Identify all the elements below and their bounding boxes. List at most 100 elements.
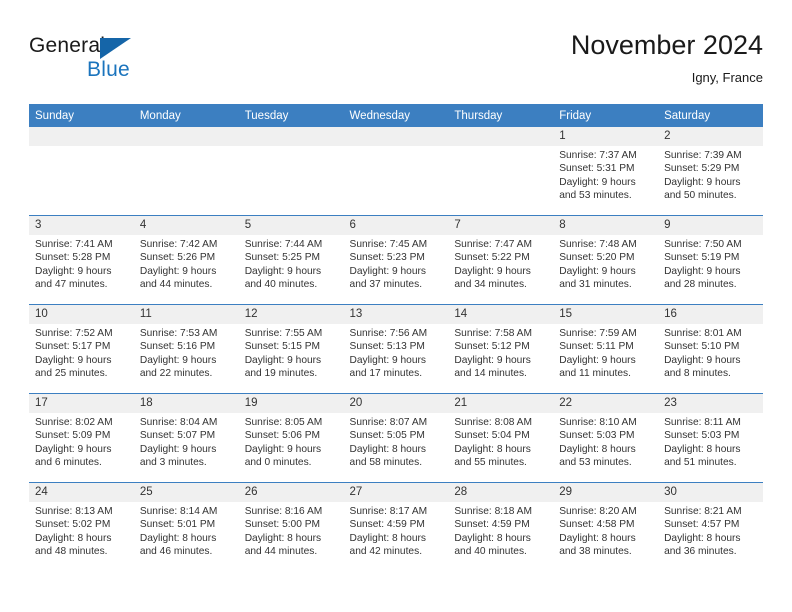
calendar-day-cell[interactable]: 25 Sunrise: 8:14 AM Sunset: 5:01 PM Dayligh… — [133, 482, 239, 571]
day-number: 28 — [448, 483, 554, 502]
calendar-day-cell[interactable]: 27 Sunrise: 8:17 AM Sunset: 4:59 PM Dayligh… — [343, 482, 449, 571]
day-cell-content: 13 Sunrise: 7:56 AM Sunset: 5:13 PM Dayligh… — [343, 305, 449, 393]
calendar-day-cell — [238, 127, 344, 216]
day-number: 6 — [343, 216, 449, 235]
day-cell-content: 11 Sunrise: 7:53 AM Sunset: 5:16 PM Dayligh… — [133, 305, 239, 393]
day-cell-content: 20 Sunrise: 8:07 AM Sunset: 5:05 PM Dayligh… — [343, 394, 449, 482]
calendar-day-cell[interactable]: 9 Sunrise: 7:50 AM Sunset: 5:19 PM Daylight… — [658, 215, 763, 305]
day-cell-content: 19 Sunrise: 8:05 AM Sunset: 5:06 PM Dayligh… — [238, 394, 344, 482]
day-detail-daylight-line1: Daylight: 8 hours — [139, 532, 217, 544]
calendar-day-cell[interactable]: 3 Sunrise: 7:41 AM Sunset: 5:28 PM Daylight… — [29, 215, 134, 305]
day-detail-daylight-line1: Daylight: 9 hours — [454, 265, 531, 277]
calendar-day-cell[interactable]: 21 Sunrise: 8:08 AM Sunset: 5:04 PM Dayligh… — [448, 393, 554, 483]
calendar-day-cell[interactable]: 17 Sunrise: 8:02 AM Sunset: 5:09 PM Dayligh… — [29, 393, 134, 483]
weekday-header-sunday: Sunday — [29, 104, 134, 127]
calendar-week-row: 24 Sunrise: 8:13 AM Sunset: 5:02 PM Dayligh… — [29, 482, 763, 571]
brand-logo[interactable]: General Blue — [29, 34, 239, 88]
day-detail-daylight-line2: and 37 minutes. — [349, 278, 423, 290]
calendar-day-cell[interactable]: 18 Sunrise: 8:04 AM Sunset: 5:07 PM Dayligh… — [133, 393, 239, 483]
calendar-day-cell[interactable]: 13 Sunrise: 7:56 AM Sunset: 5:13 PM Dayligh… — [343, 304, 449, 394]
day-details: Sunrise: 8:04 AM Sunset: 5:07 PM Daylight:… — [134, 413, 239, 469]
calendar-day-cell[interactable]: 4 Sunrise: 7:42 AM Sunset: 5:26 PM Daylight… — [133, 215, 239, 305]
calendar-day-cell[interactable]: 20 Sunrise: 8:07 AM Sunset: 5:05 PM Dayligh… — [343, 393, 449, 483]
day-details: Sunrise: 8:07 AM Sunset: 5:05 PM Daylight:… — [344, 413, 449, 469]
calendar-day-cell[interactable]: 5 Sunrise: 7:44 AM Sunset: 5:25 PM Daylight… — [238, 215, 344, 305]
day-cell-content: 30 Sunrise: 8:21 AM Sunset: 4:57 PM Dayligh… — [658, 483, 763, 571]
calendar-day-cell[interactable]: 10 Sunrise: 7:52 AM Sunset: 5:17 PM Dayligh… — [29, 304, 134, 394]
day-number: 2 — [658, 127, 763, 146]
day-detail-sunset: Sunset: 5:22 PM — [454, 252, 530, 264]
calendar-day-cell[interactable]: 29 Sunrise: 8:20 AM Sunset: 4:58 PM Dayligh… — [553, 482, 659, 571]
calendar-day-cell[interactable]: 8 Sunrise: 7:48 AM Sunset: 5:20 PM Daylight… — [553, 215, 659, 305]
day-cell-content: 26 Sunrise: 8:16 AM Sunset: 5:00 PM Dayligh… — [238, 483, 344, 571]
calendar-day-cell[interactable]: 23 Sunrise: 8:11 AM Sunset: 5:03 PM Dayligh… — [658, 393, 763, 483]
day-number: 7 — [448, 216, 554, 235]
calendar-day-cell[interactable]: 2 Sunrise: 7:39 AM Sunset: 5:29 PM Daylight… — [658, 127, 763, 216]
day-detail-daylight-line1: Daylight: 9 hours — [244, 443, 322, 455]
weekday-header-friday: Friday — [553, 104, 659, 127]
day-details: Sunrise: 7:58 AM Sunset: 5:12 PM Daylight:… — [448, 324, 553, 380]
day-detail-daylight-line2: and 25 minutes. — [35, 367, 108, 379]
day-detail-daylight-line1: Daylight: 8 hours — [559, 532, 636, 544]
day-cell-content: 1 Sunrise: 7:37 AM Sunset: 5:31 PM Daylight… — [553, 127, 659, 215]
calendar-day-cell[interactable]: 26 Sunrise: 8:16 AM Sunset: 5:00 PM Dayligh… — [238, 482, 344, 571]
day-details: Sunrise: 8:10 AM Sunset: 5:03 PM Daylight:… — [553, 413, 658, 469]
triangle-logo-icon — [100, 38, 131, 59]
day-detail-sunrise: Sunrise: 8:16 AM — [244, 506, 323, 517]
day-details: Sunrise: 8:17 AM Sunset: 4:59 PM Daylight:… — [344, 502, 449, 558]
day-detail-daylight-line1: Daylight: 9 hours — [559, 176, 636, 188]
day-number: 16 — [658, 305, 763, 324]
day-detail-daylight-line1: Daylight: 8 hours — [244, 532, 322, 544]
calendar-day-cell[interactable]: 14 Sunrise: 7:58 AM Sunset: 5:12 PM Dayligh… — [448, 304, 554, 394]
weekday-header-thursday: Thursday — [448, 104, 554, 127]
calendar-day-cell[interactable]: 28 Sunrise: 8:18 AM Sunset: 4:59 PM Dayligh… — [448, 482, 554, 571]
calendar-day-cell[interactable]: 19 Sunrise: 8:05 AM Sunset: 5:06 PM Dayligh… — [238, 393, 344, 483]
day-number: 21 — [448, 394, 554, 413]
day-detail-daylight-line1: Daylight: 9 hours — [454, 354, 531, 366]
day-detail-daylight-line1: Daylight: 9 hours — [35, 265, 112, 277]
day-details: Sunrise: 8:05 AM Sunset: 5:06 PM Daylight:… — [239, 413, 344, 469]
day-number: 10 — [29, 305, 134, 324]
weekday-header-tuesday: Tuesday — [238, 104, 344, 127]
day-detail-sunset: Sunset: 5:05 PM — [349, 430, 425, 442]
day-number: 23 — [658, 394, 763, 413]
day-detail-daylight-line2: and 0 minutes. — [244, 456, 312, 468]
day-detail-daylight-line1: Daylight: 9 hours — [664, 176, 741, 188]
day-detail-daylight-line1: Daylight: 9 hours — [139, 354, 217, 366]
day-details: Sunrise: 8:01 AM Sunset: 5:10 PM Daylight:… — [658, 324, 763, 380]
calendar-day-cell[interactable]: 6 Sunrise: 7:45 AM Sunset: 5:23 PM Daylight… — [343, 215, 449, 305]
calendar-day-cell[interactable]: 1 Sunrise: 7:37 AM Sunset: 5:31 PM Daylight… — [553, 127, 659, 216]
day-detail-sunrise: Sunrise: 8:14 AM — [139, 506, 218, 517]
title-block: November 2024 Igny, France — [571, 28, 763, 88]
day-details: Sunrise: 7:47 AM Sunset: 5:22 PM Daylight:… — [448, 235, 553, 291]
day-details: Sunrise: 7:39 AM Sunset: 5:29 PM Daylight:… — [658, 146, 763, 202]
day-detail-sunset: Sunset: 5:09 PM — [35, 430, 111, 442]
day-detail-daylight-line2: and 53 minutes. — [559, 189, 632, 201]
day-details: Sunrise: 8:18 AM Sunset: 4:59 PM Daylight:… — [448, 502, 553, 558]
day-detail-daylight-line2: and 47 minutes. — [35, 278, 108, 290]
calendar-day-cell[interactable]: 24 Sunrise: 8:13 AM Sunset: 5:02 PM Dayligh… — [29, 482, 134, 571]
calendar-day-cell[interactable]: 16 Sunrise: 8:01 AM Sunset: 5:10 PM Dayligh… — [658, 304, 763, 394]
day-detail-sunrise: Sunrise: 7:52 AM — [35, 328, 113, 339]
calendar-day-cell[interactable]: 11 Sunrise: 7:53 AM Sunset: 5:16 PM Dayligh… — [133, 304, 239, 394]
calendar-day-cell — [133, 127, 239, 216]
day-cell-content: 23 Sunrise: 8:11 AM Sunset: 5:03 PM Dayligh… — [658, 394, 763, 482]
day-details: Sunrise: 8:08 AM Sunset: 5:04 PM Daylight:… — [448, 413, 553, 469]
day-cell-content: 2 Sunrise: 7:39 AM Sunset: 5:29 PM Daylight… — [658, 127, 763, 215]
day-detail-sunset: Sunset: 5:28 PM — [35, 252, 111, 264]
day-number: 26 — [238, 483, 344, 502]
day-detail-daylight-line1: Daylight: 8 hours — [664, 443, 741, 455]
day-detail-daylight-line2: and 58 minutes. — [349, 456, 423, 468]
day-cell-content: 5 Sunrise: 7:44 AM Sunset: 5:25 PM Daylight… — [238, 216, 344, 304]
day-detail-daylight-line2: and 22 minutes. — [139, 367, 213, 379]
calendar-day-cell[interactable]: 7 Sunrise: 7:47 AM Sunset: 5:22 PM Daylight… — [448, 215, 554, 305]
calendar-day-cell[interactable]: 15 Sunrise: 7:59 AM Sunset: 5:11 PM Dayligh… — [553, 304, 659, 394]
calendar-day-cell[interactable]: 12 Sunrise: 7:55 AM Sunset: 5:15 PM Dayligh… — [238, 304, 344, 394]
calendar-day-cell[interactable]: 30 Sunrise: 8:21 AM Sunset: 4:57 PM Dayligh… — [658, 482, 763, 571]
day-number: 4 — [133, 216, 239, 235]
day-detail-daylight-line1: Daylight: 9 hours — [349, 265, 426, 277]
day-detail-sunset: Sunset: 4:59 PM — [454, 519, 530, 531]
day-cell-content: 17 Sunrise: 8:02 AM Sunset: 5:09 PM Dayligh… — [29, 394, 134, 482]
calendar-day-cell[interactable]: 22 Sunrise: 8:10 AM Sunset: 5:03 PM Dayligh… — [553, 393, 659, 483]
day-number: 12 — [238, 305, 344, 324]
